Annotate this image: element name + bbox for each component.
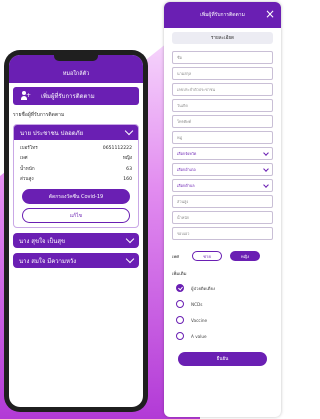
first-name-field[interactable]: ชื่อ xyxy=(172,51,273,64)
radio-icon[interactable] xyxy=(176,332,184,340)
person-name: นาง สมใจ มีความหวัง xyxy=(19,257,77,265)
chevron-down-icon[interactable] xyxy=(124,126,134,136)
person-card-header[interactable]: นาย ประชาชน ปลอดภัย xyxy=(14,125,138,140)
detail-row-sex: เพศ หญิง xyxy=(20,156,132,162)
last-name-field[interactable]: นามสกุล xyxy=(172,67,273,80)
weight-field[interactable]: น้ำหนัก xyxy=(172,211,273,224)
option-a-value[interactable]: A value xyxy=(164,328,281,344)
check-icon[interactable] xyxy=(176,284,184,292)
radio-icon[interactable] xyxy=(176,316,184,324)
detail-row-height: ส่วนสูง 160 xyxy=(20,177,132,183)
province-select[interactable]: เลือกจังหวัด xyxy=(172,147,273,160)
person-card-1: นาย ประชาชน ปลอดภัย เบอร์โทร 0651112222 เ… xyxy=(13,124,139,228)
add-user-icon: + xyxy=(21,91,31,101)
gender-female-button[interactable]: หญิง xyxy=(230,251,260,261)
follower-list-label: รายชื่อผู้ที่รับการติดตาม xyxy=(13,112,65,118)
form-header: เพิ่มผู้ที่รับการติดตาม × xyxy=(164,2,281,28)
gender-male-button[interactable]: ชาย xyxy=(192,251,222,261)
height-field[interactable]: ส่วนสูง xyxy=(172,195,273,208)
waist-field[interactable]: รอบเอว xyxy=(172,227,273,240)
tab-details[interactable]: รายละเอียด xyxy=(172,32,273,44)
close-icon[interactable]: × xyxy=(265,8,275,20)
person-card-2[interactable]: นาง สุขใจ เป็นสุข xyxy=(13,233,139,248)
app-title: หมอใกล้ตัว xyxy=(62,71,90,77)
additional-section-label: เพิ่มเติม xyxy=(172,272,187,277)
phone-notch xyxy=(54,55,98,61)
subdistrict-select[interactable]: เลือกตำบล xyxy=(172,179,273,192)
option-vaccine[interactable]: Vaccine xyxy=(164,312,281,328)
edit-button[interactable]: แก้ไข xyxy=(22,208,130,223)
add-follower-label: เพิ่มผู้ที่รับการติดตาม xyxy=(41,93,95,100)
phone-frame: หมอใกล้ตัว + เพิ่มผู้ที่รับการติดตาม ราย… xyxy=(4,50,148,412)
detail-row-weight: น้ำหนัก 63 xyxy=(20,166,132,172)
village-field[interactable]: หมู่ xyxy=(172,131,273,144)
district-select[interactable]: เลือกอำเภอ xyxy=(172,163,273,176)
option-ncds[interactable]: NCDs xyxy=(164,296,281,312)
gender-label: เพศ xyxy=(172,254,180,260)
gender-group: เพศ ชาย หญิง xyxy=(164,243,281,261)
phone-screen: หมอใกล้ตัว + เพิ่มผู้ที่รับการติดตาม ราย… xyxy=(9,55,143,407)
chevron-down-icon xyxy=(263,165,269,172)
radio-icon[interactable] xyxy=(176,300,184,308)
option-bedridden[interactable]: ผู้ป่วยติดเตียง xyxy=(164,280,281,296)
chevron-down-icon xyxy=(263,149,269,156)
submit-button[interactable]: ยืนยัน xyxy=(178,352,267,366)
form-title: เพิ่มผู้ที่รับการติดตาม xyxy=(200,12,245,18)
person-name: นาย ประชาชน ปลอดภัย xyxy=(20,129,84,137)
add-follower-form: เพิ่มผู้ที่รับการติดตาม × รายละเอียด ชื่… xyxy=(164,2,281,417)
chevron-down-icon[interactable] xyxy=(125,254,135,264)
add-follower-button[interactable]: + เพิ่มผู้ที่รับการติดตาม xyxy=(13,87,139,105)
form-fields: ชื่อ นามสกุล เลขประจำตัวประชาชน วันเกิด … xyxy=(164,44,281,240)
id-number-field[interactable]: เลขประจำตัวประชาชน xyxy=(172,83,273,96)
person-name: นาง สุขใจ เป็นสุข xyxy=(19,237,66,245)
covid-vaccine-screening-button[interactable]: ตัดกรองวัคซีน Covid-19 xyxy=(22,189,130,204)
phone-field[interactable]: โทรศัพท์ xyxy=(172,115,273,128)
detail-row-phone: เบอร์โทร 0651112222 xyxy=(20,145,132,151)
birthdate-field[interactable]: วันเกิด xyxy=(172,99,273,112)
chevron-down-icon[interactable] xyxy=(125,234,135,244)
chevron-down-icon xyxy=(263,181,269,188)
person-card-3[interactable]: นาง สมใจ มีความหวัง xyxy=(13,253,139,268)
